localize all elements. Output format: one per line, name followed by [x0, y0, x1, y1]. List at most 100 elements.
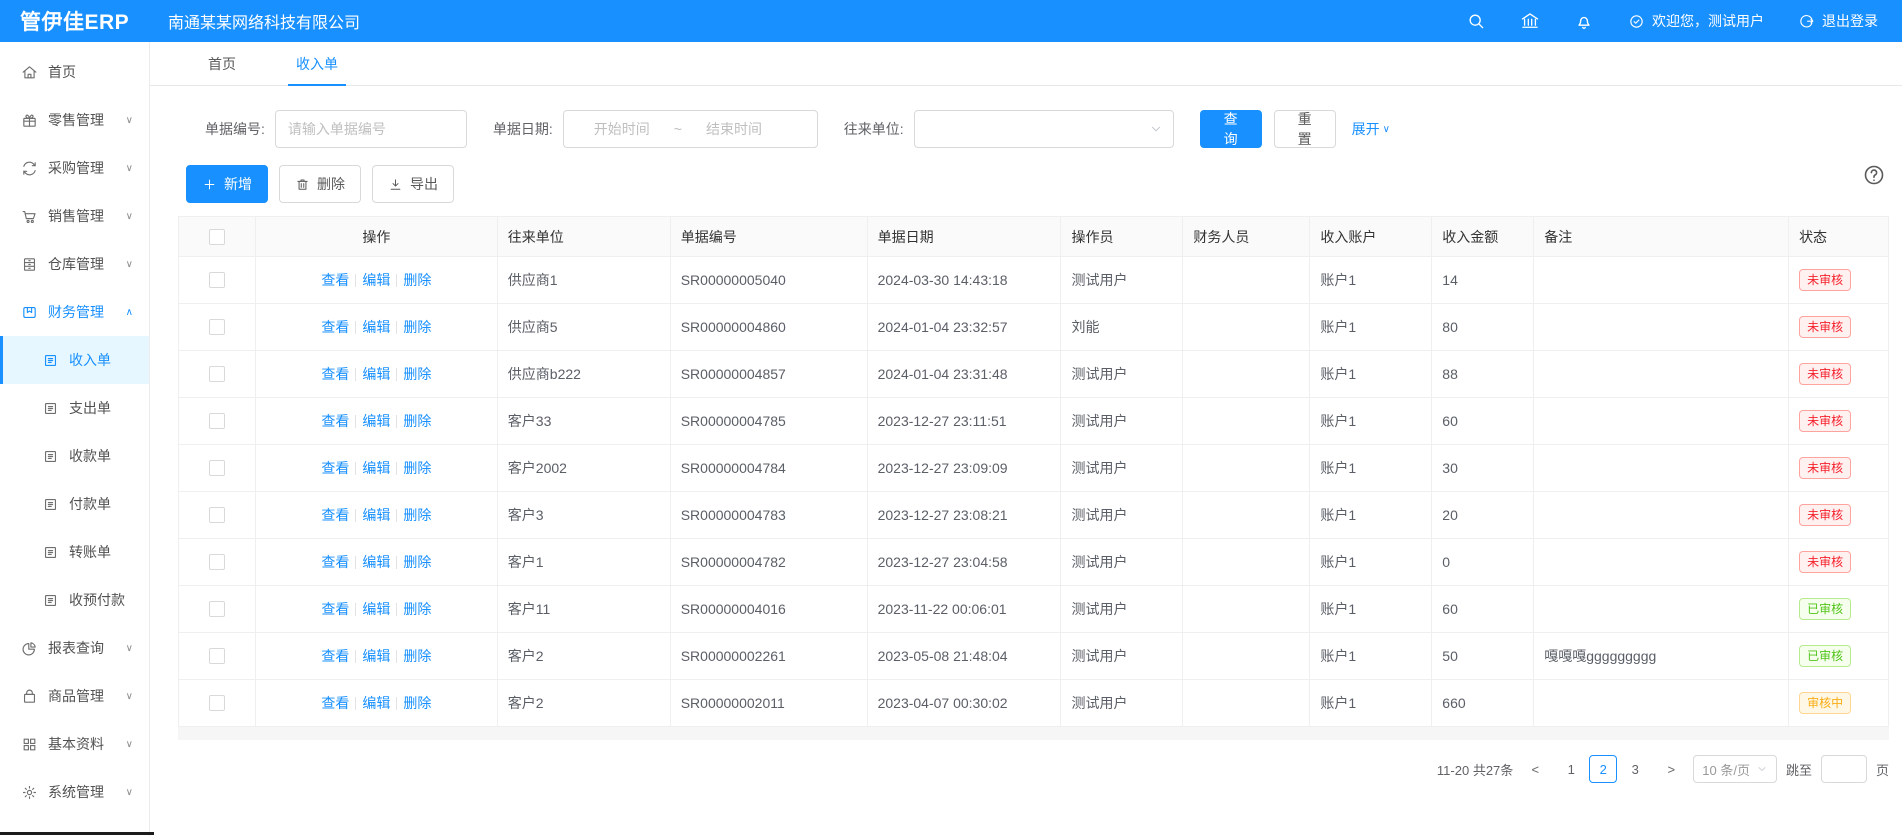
delete-link[interactable]: 删除	[403, 411, 431, 431]
view-link[interactable]: 查看	[321, 646, 349, 666]
row-checkbox[interactable]	[209, 413, 225, 429]
income-table: 操作 往来单位 单据编号 单据日期 操作员 财务人员 收入账户 收入金额 备注 …	[178, 216, 1889, 727]
sidebar-item-advance[interactable]: 收预付款	[0, 576, 149, 624]
edit-link[interactable]: 编辑	[362, 599, 390, 619]
table-row: 查看 编辑 删除 客户2 SR00000002011 2023-04-07 00…	[179, 680, 1889, 727]
sidebar-item-sales[interactable]: 销售管理	[0, 192, 149, 240]
view-link[interactable]: 查看	[321, 364, 349, 384]
sidebar-item-finance[interactable]: 财务管理	[0, 288, 149, 336]
partner-select[interactable]	[914, 110, 1174, 148]
sidebar-item-purchase[interactable]: 采购管理	[0, 144, 149, 192]
edit-link[interactable]: 编辑	[362, 317, 390, 337]
topbar-actions: 欢迎您，测试用户 退出登录	[1466, 11, 1902, 31]
delete-link[interactable]: 删除	[403, 458, 431, 478]
reset-button[interactable]: 重 置	[1274, 110, 1336, 148]
row-checkbox[interactable]	[209, 695, 225, 711]
sidebar-item-retail[interactable]: 零售管理	[0, 96, 149, 144]
page-size-select[interactable]: 10 条/页	[1693, 755, 1777, 783]
cell-amount: 14	[1432, 257, 1534, 304]
delete-link[interactable]: 删除	[403, 317, 431, 337]
sidebar-item-basedata[interactable]: 基本资料	[0, 720, 149, 768]
delete-link[interactable]: 删除	[403, 270, 431, 290]
bill-no-input[interactable]	[275, 110, 467, 148]
row-checkbox[interactable]	[209, 507, 225, 523]
view-link[interactable]: 查看	[321, 505, 349, 525]
tab-income[interactable]: 收入单	[288, 42, 346, 85]
delete-link[interactable]: 删除	[403, 599, 431, 619]
sidebar-item-payment[interactable]: 付款单	[0, 480, 149, 528]
row-checkbox[interactable]	[209, 601, 225, 617]
delete-link[interactable]: 删除	[403, 646, 431, 666]
row-checkbox[interactable]	[209, 554, 225, 570]
expand-link[interactable]: 展开	[1352, 119, 1390, 139]
bell-icon[interactable]	[1574, 11, 1594, 31]
sidebar-item-home[interactable]: 首页	[0, 48, 149, 96]
sidebar-item-label: 收款单	[69, 446, 111, 466]
plus-icon	[202, 177, 217, 192]
select-all-checkbox[interactable]	[209, 229, 225, 245]
prev-page-button[interactable]: <	[1522, 755, 1548, 783]
view-link[interactable]: 查看	[321, 411, 349, 431]
sidebar-item-report[interactable]: 报表查询	[0, 624, 149, 672]
edit-link[interactable]: 编辑	[362, 364, 390, 384]
tab-home[interactable]: 首页	[200, 42, 244, 85]
delete-button[interactable]: 删除	[279, 165, 361, 203]
delete-link[interactable]: 删除	[403, 552, 431, 572]
row-checkbox[interactable]	[209, 460, 225, 476]
add-button[interactable]: 新增	[186, 165, 268, 203]
page-1[interactable]: 1	[1557, 755, 1585, 783]
row-checkbox[interactable]	[209, 272, 225, 288]
edit-link[interactable]: 编辑	[362, 693, 390, 713]
logout-button[interactable]: 退出登录	[1798, 11, 1878, 31]
row-checkbox[interactable]	[209, 366, 225, 382]
question-icon[interactable]	[1862, 163, 1886, 187]
page-2[interactable]: 2	[1589, 755, 1617, 783]
sidebar-item-transfer[interactable]: 转账单	[0, 528, 149, 576]
warehouse-icon	[21, 256, 38, 273]
view-link[interactable]: 查看	[321, 270, 349, 290]
date-start-input[interactable]	[574, 121, 670, 137]
view-link[interactable]: 查看	[321, 317, 349, 337]
date-end-input[interactable]	[686, 121, 782, 137]
view-link[interactable]: 查看	[321, 693, 349, 713]
cell-amount: 60	[1432, 398, 1534, 445]
view-link[interactable]: 查看	[321, 552, 349, 572]
row-checkbox[interactable]	[209, 319, 225, 335]
bank-icon[interactable]	[1520, 11, 1540, 31]
sidebar-item-system[interactable]: 系统管理	[0, 768, 149, 816]
cell-account: 账户1	[1310, 445, 1432, 492]
chevron-icon	[126, 163, 133, 174]
horizontal-scrollbar[interactable]	[178, 727, 1889, 740]
edit-link[interactable]: 编辑	[362, 458, 390, 478]
cell-amount: 0	[1432, 539, 1534, 586]
delete-link[interactable]: 删除	[403, 364, 431, 384]
cell-bill-no: SR00000004016	[671, 586, 868, 633]
sidebar-item-goods[interactable]: 商品管理	[0, 672, 149, 720]
edit-link[interactable]: 编辑	[362, 646, 390, 666]
sidebar-item-receipt[interactable]: 收款单	[0, 432, 149, 480]
divider	[355, 603, 356, 616]
status-badge: 已审核	[1799, 645, 1851, 667]
user-menu[interactable]: 欢迎您，测试用户	[1628, 11, 1764, 31]
page-unit-label: 页	[1876, 760, 1889, 779]
sidebar-item-income[interactable]: 收入单	[0, 336, 149, 384]
date-range-picker[interactable]: ~	[563, 110, 818, 148]
search-button[interactable]: 查 询	[1200, 110, 1262, 148]
delete-link[interactable]: 删除	[403, 693, 431, 713]
search-icon[interactable]	[1466, 11, 1486, 31]
view-link[interactable]: 查看	[321, 599, 349, 619]
edit-link[interactable]: 编辑	[362, 270, 390, 290]
delete-link[interactable]: 删除	[403, 505, 431, 525]
export-button[interactable]: 导出	[372, 165, 454, 203]
jump-page-input[interactable]	[1821, 755, 1867, 783]
edit-link[interactable]: 编辑	[362, 411, 390, 431]
sidebar-item-warehouse[interactable]: 仓库管理	[0, 240, 149, 288]
edit-link[interactable]: 编辑	[362, 552, 390, 572]
row-checkbox[interactable]	[209, 648, 225, 664]
sidebar-item-expense[interactable]: 支出单	[0, 384, 149, 432]
next-page-button[interactable]: >	[1658, 755, 1684, 783]
page-3[interactable]: 3	[1621, 755, 1649, 783]
view-link[interactable]: 查看	[321, 458, 349, 478]
edit-link[interactable]: 编辑	[362, 505, 390, 525]
cell-finance-person	[1183, 445, 1310, 492]
